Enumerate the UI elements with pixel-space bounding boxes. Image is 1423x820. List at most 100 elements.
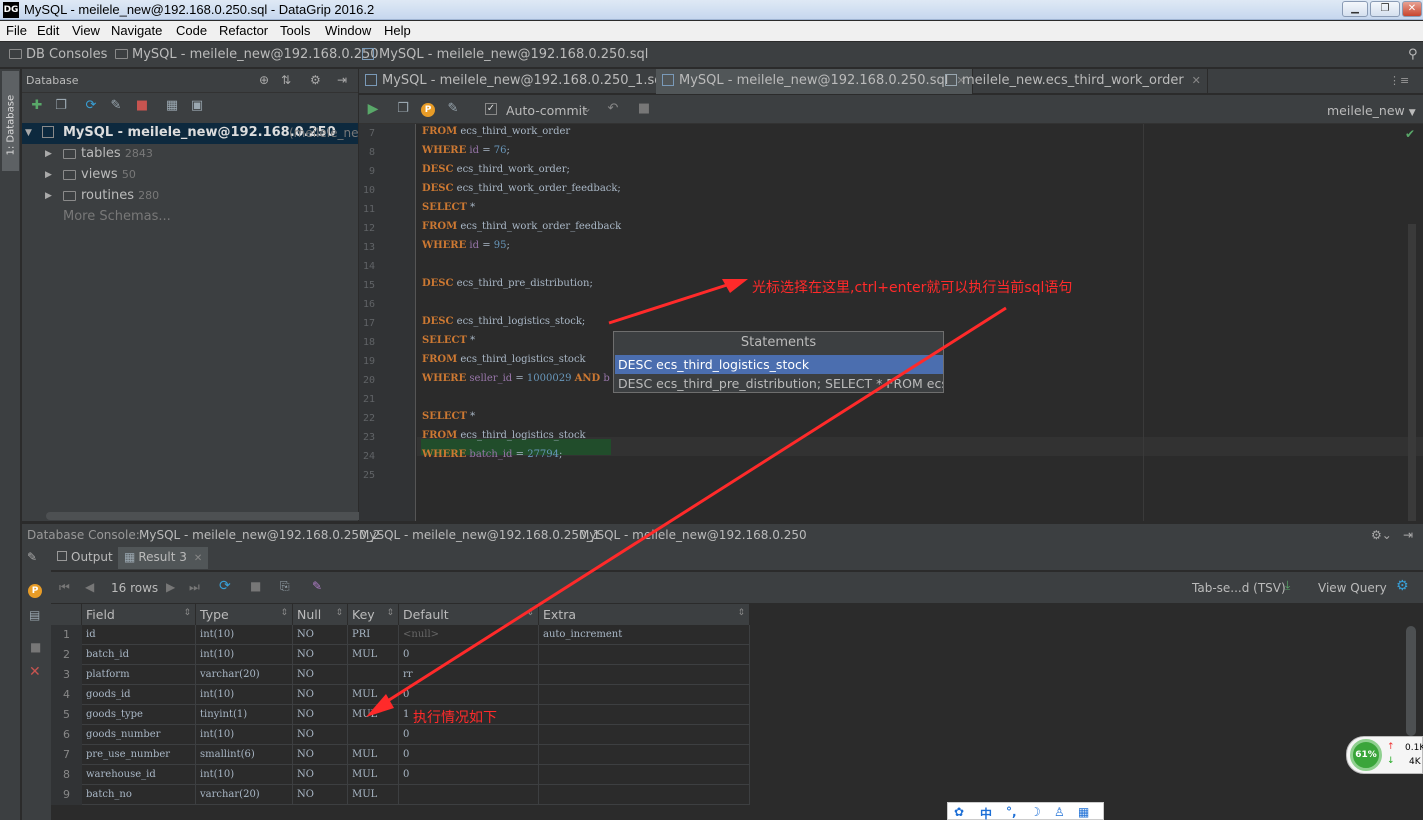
tree-root-connection[interactable]: ▼ MySQL - meilele_new@192.168.0.250 (mei…	[22, 123, 368, 144]
table-cell[interactable]: NO	[293, 685, 348, 705]
expand-arrow-icon[interactable]: ▶	[45, 191, 52, 201]
table-cell[interactable]: NO	[293, 705, 348, 725]
table-cell[interactable]: auto_increment	[539, 625, 750, 645]
table-cell[interactable]: NO	[293, 625, 348, 645]
table-cell[interactable]: NO	[293, 645, 348, 665]
table-cell[interactable]: MUL	[348, 765, 399, 785]
restore-button[interactable]: ❐	[1370, 1, 1400, 17]
column-header[interactable]: Default ⇕	[399, 604, 539, 625]
table-cell[interactable]: int(10)	[196, 725, 293, 745]
close-tab-icon[interactable]: ✕	[1192, 74, 1201, 87]
moon-icon[interactable]: ☽	[1030, 805, 1041, 819]
first-page-icon[interactable]: ⏮	[59, 580, 70, 595]
user-icon[interactable]: ♙	[1054, 805, 1065, 819]
table-cell[interactable]: NO	[293, 745, 348, 765]
table-cell[interactable]: 0	[399, 765, 539, 785]
menu-navigate[interactable]: Navigate	[111, 23, 162, 38]
table-cell[interactable]	[539, 665, 750, 685]
stop-icon[interactable]: ■	[134, 98, 150, 114]
profile-icon[interactable]: P	[28, 584, 42, 598]
add-icon[interactable]: ✚	[29, 98, 45, 114]
settings-wrench-icon[interactable]: ✎	[27, 550, 37, 564]
schema-selector[interactable]: meilele_new ▼	[1327, 103, 1416, 118]
table-cell[interactable]: 0	[399, 725, 539, 745]
punctuation-icon[interactable]: °,	[1006, 805, 1017, 819]
ime-toolbar[interactable]: ✿ 中 °, ☽ ♙ ▦	[947, 802, 1104, 820]
table-cell[interactable]: int(10)	[196, 685, 293, 705]
table-cell[interactable]: tinyint(1)	[196, 705, 293, 725]
column-header[interactable]: Key ⇕	[348, 604, 399, 625]
network-monitor-widget[interactable]: 61% ↑ 0.1K ↓ 4K	[1346, 736, 1423, 774]
console-icon[interactable]: ▣	[189, 98, 205, 114]
table-cell[interactable]: batch_id	[82, 645, 196, 665]
table-cell[interactable]: smallint(6)	[196, 745, 293, 765]
sort-icon[interactable]: ⇕	[335, 608, 343, 618]
menu-view[interactable]: View	[72, 23, 100, 38]
auto-commit-checkbox[interactable]: ✓	[485, 103, 497, 115]
table-row[interactable]: 2 batch_id int(10) NO MUL 0	[51, 645, 751, 665]
search-icon[interactable]: ⚲	[1408, 47, 1418, 62]
tab-console-1[interactable]: MySQL - meilele_new@192.168.0.250_1.sql✕	[359, 69, 691, 94]
table-cell[interactable]: varchar(20)	[196, 665, 293, 685]
rollback-icon[interactable]: ↶	[605, 101, 621, 117]
console-item[interactable]: MySQL - meilele_new@192.168.0.250_2	[139, 528, 380, 542]
minimize-button[interactable]: ▁	[1342, 1, 1368, 17]
expand-arrow-icon[interactable]: ▶	[45, 170, 52, 180]
hide-icon[interactable]: ⇥	[1403, 528, 1413, 542]
table-cell[interactable]: batch_no	[82, 785, 196, 805]
breadcrumb-file[interactable]: MySQL - meilele_new@192.168.0.250.sql	[362, 47, 648, 62]
table-cell[interactable]: platform	[82, 665, 196, 685]
table-cell[interactable]	[539, 745, 750, 765]
gear-icon[interactable]: ⚙⌄	[1371, 528, 1392, 542]
tree-node-views[interactable]: ▶ views 50	[22, 165, 358, 186]
profile-icon[interactable]: P	[421, 103, 435, 117]
tab-table-view[interactable]: meilele_new.ecs_third_work_order ✕	[939, 69, 1208, 94]
menu-refactor[interactable]: Refactor	[219, 23, 268, 38]
table-cell[interactable]: varchar(20)	[196, 785, 293, 805]
sort-icon[interactable]: ⇕	[737, 608, 745, 618]
expand-arrow-icon[interactable]: ▶	[45, 149, 52, 159]
table-icon[interactable]: ▦	[164, 98, 180, 114]
grid-icon[interactable]: ▦	[1078, 805, 1089, 819]
table-cell[interactable]	[399, 785, 539, 805]
table-row[interactable]: 6 goods_number int(10) NO 0	[51, 725, 751, 745]
database-tool-tab[interactable]: 1: Database	[2, 71, 19, 171]
table-row[interactable]: 7 pre_use_number smallint(6) NO MUL 0	[51, 745, 751, 765]
close-window-button[interactable]: ✕	[1402, 1, 1422, 17]
table-cell[interactable]	[539, 645, 750, 665]
copy-icon[interactable]: ❐	[53, 98, 69, 114]
sort-icon[interactable]: ⇕	[386, 608, 394, 618]
table-row[interactable]: 5 goods_type tinyint(1) NO MUL 1	[51, 705, 751, 725]
download-icon[interactable]: ⤓	[1285, 578, 1290, 593]
menu-code[interactable]: Code	[176, 23, 207, 38]
table-cell[interactable]: <null>	[399, 625, 539, 645]
console-item[interactable]: MySQL - meilele_new@192.168.0.250	[579, 528, 807, 542]
column-header[interactable]: Type ⇕	[196, 604, 293, 625]
table-cell[interactable]: int(10)	[196, 645, 293, 665]
more-schemas-link[interactable]: More Schemas...	[22, 207, 358, 228]
menu-help[interactable]: Help	[384, 23, 411, 38]
sql-editor[interactable]: FROM ecs_third_work_order WHERE id = 76; D…	[417, 124, 1423, 521]
stop-icon[interactable]: ■	[636, 101, 652, 117]
menu-window[interactable]: Window	[325, 23, 371, 38]
table-row[interactable]: 8 warehouse_id int(10) NO MUL 0	[51, 765, 751, 785]
view-query-button[interactable]: View Query	[1318, 581, 1387, 595]
table-cell[interactable]	[539, 725, 750, 745]
console-item[interactable]: MySQL - meilele_new@192.168.0.250_1	[359, 528, 600, 542]
layout-icon[interactable]: ▤	[29, 608, 40, 622]
table-cell[interactable]: PRI	[348, 625, 399, 645]
gear-icon[interactable]: ⚙	[310, 73, 321, 87]
table-cell[interactable]: 0	[399, 645, 539, 665]
vertical-scrollbar[interactable]	[1408, 224, 1416, 521]
ime-mode-icon[interactable]: 中	[980, 805, 992, 820]
table-cell[interactable]: NO	[293, 765, 348, 785]
refresh-icon[interactable]: ⟳	[219, 578, 231, 594]
tab-output[interactable]: Output	[51, 547, 119, 569]
table-cell[interactable]: id	[82, 625, 196, 645]
menu-tools[interactable]: Tools	[280, 23, 310, 38]
stop-icon[interactable]: ■	[250, 579, 261, 593]
tab-list-icon[interactable]: ⋮≡	[1389, 74, 1409, 87]
table-cell[interactable]: goods_id	[82, 685, 196, 705]
menu-file[interactable]: File	[6, 23, 27, 38]
table-cell[interactable]: pre_use_number	[82, 745, 196, 765]
